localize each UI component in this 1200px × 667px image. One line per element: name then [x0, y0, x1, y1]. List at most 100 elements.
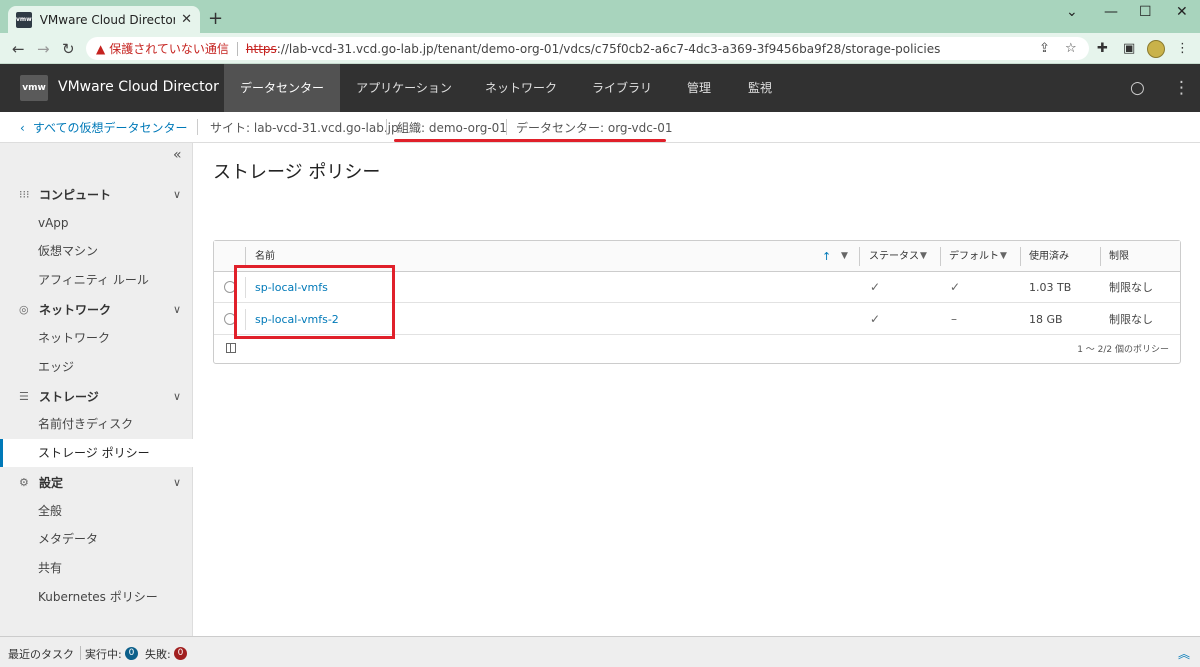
- running-count-badge: 0: [125, 647, 138, 660]
- tab-search-icon[interactable]: ⌄: [1066, 4, 1078, 20]
- crumb-org: 組織: demo-org-01: [397, 121, 507, 135]
- sidebar-section-compute[interactable]: ⁝⁝⁝ コンピュート ∨: [0, 180, 193, 208]
- expand-tasks-icon[interactable]: ︽: [1178, 645, 1190, 662]
- sidebar-item-vms[interactable]: 仮想マシン: [0, 237, 193, 265]
- app-menu-icon[interactable]: ⋮: [1173, 78, 1190, 98]
- task-divider: [80, 646, 81, 660]
- minimize-icon[interactable]: —: [1104, 4, 1118, 20]
- failed-count-badge: 0: [174, 647, 187, 660]
- nav-library[interactable]: ライブラリ: [574, 64, 670, 112]
- nav-network[interactable]: ネットワーク: [468, 64, 574, 112]
- back-to-vdcs-link[interactable]: ‹ すべての仮想データセンター: [20, 119, 188, 136]
- browser-toolbar: ← → ↻ ▲ 保護されていない通信 https ://lab-vcd-31.v…: [0, 33, 1200, 64]
- sidebar-item-storage-policies[interactable]: ストレージ ポリシー: [0, 439, 193, 467]
- main-content: ストレージ ポリシー 名前 ↑ ▼ ステータス ▼ デフォルト ▼ 使用済み 制…: [194, 143, 1200, 636]
- column-header-used[interactable]: 使用済み: [1029, 241, 1069, 272]
- sidebar-section-label: ネットワーク: [39, 302, 112, 317]
- new-tab-icon[interactable]: +: [208, 8, 223, 29]
- recent-tasks-label[interactable]: 最近のタスク: [8, 646, 74, 662]
- running-label: 実行中:: [85, 648, 122, 661]
- nav-datacenter[interactable]: データセンター: [224, 64, 340, 112]
- column-header-default[interactable]: デフォルト: [949, 241, 999, 272]
- sidebar-item-vapp[interactable]: vApp: [0, 209, 193, 237]
- nav-admin[interactable]: 管理: [670, 64, 728, 112]
- used-value: 18 GB: [1029, 313, 1063, 326]
- nav-applications[interactable]: アプリケーション: [340, 64, 468, 112]
- sidebar-item-sharing[interactable]: 共有: [0, 554, 193, 582]
- column-divider: [1100, 247, 1101, 266]
- sidebar-item-general[interactable]: 全般: [0, 497, 193, 525]
- grid-icon: ⁝⁝⁝: [19, 187, 30, 201]
- app-header: vmw VMware Cloud Director データセンター アプリケーシ…: [0, 64, 1200, 112]
- filter-icon[interactable]: ▼: [1000, 241, 1007, 272]
- sidebar-section-label: ストレージ: [39, 389, 99, 404]
- side-panel-icon[interactable]: ▣: [1123, 41, 1135, 56]
- vmware-logo-icon: vmw: [20, 75, 48, 101]
- url-scheme: https: [245, 41, 277, 56]
- nav-monitor[interactable]: 監視: [728, 64, 792, 112]
- sidebar-section-label: コンピュート: [39, 187, 112, 202]
- crumb-divider: [506, 119, 507, 135]
- default-dash: –: [951, 312, 957, 326]
- brand-title: VMware Cloud Director: [58, 79, 219, 95]
- collapse-sidebar-icon[interactable]: «: [173, 147, 182, 163]
- filter-icon[interactable]: ▼: [920, 241, 927, 272]
- reload-icon[interactable]: ↻: [62, 40, 75, 58]
- failed-label: 失敗:: [145, 648, 171, 661]
- sidebar-item-named-disks[interactable]: 名前付きディスク: [0, 410, 193, 438]
- chevron-down-icon: ∨: [173, 389, 182, 403]
- status-check-icon: ✓: [870, 312, 881, 326]
- browser-tabstrip: vmw VMware Cloud Director - ストレージ ✕ + ⌄ …: [0, 0, 1200, 33]
- sidebar-item-metadata[interactable]: メタデータ: [0, 525, 193, 553]
- status-check-icon: ✓: [870, 280, 881, 294]
- share-icon[interactable]: ⇪: [1039, 41, 1050, 56]
- chevron-down-icon: ∨: [173, 187, 182, 201]
- insecure-label[interactable]: 保護されていない通信: [109, 40, 229, 57]
- omnibox-divider: [236, 41, 238, 56]
- back-arrow-icon[interactable]: ←: [12, 40, 25, 58]
- back-to-vdcs-label: すべての仮想データセンター: [32, 121, 188, 135]
- url-text: ://lab-vcd-31.vcd.go-lab.jp/tenant/demo-…: [276, 41, 941, 56]
- column-toggle-icon[interactable]: [226, 343, 236, 353]
- page-title: ストレージ ポリシー: [213, 162, 381, 183]
- maximize-icon[interactable]: ☐: [1139, 4, 1152, 20]
- sidebar-section-storage[interactable]: ☰ ストレージ ∨: [0, 382, 193, 410]
- filter-icon[interactable]: ▼: [841, 241, 848, 272]
- sidebar: « ⁝⁝⁝ コンピュート ∨ vApp 仮想マシン アフィニティ ルール ◎ ネ…: [0, 143, 193, 636]
- close-window-icon[interactable]: ✕: [1176, 4, 1188, 20]
- address-bar[interactable]: ▲ 保護されていない通信 https ://lab-vcd-31.vcd.go-…: [86, 37, 1089, 60]
- crumb-divider: [197, 119, 198, 135]
- used-value: 1.03 TB: [1029, 281, 1072, 294]
- sort-ascending-icon[interactable]: ↑: [822, 241, 831, 272]
- browser-tab[interactable]: vmw VMware Cloud Director - ストレージ ✕: [8, 6, 200, 33]
- crumb-vdc: データセンター: org-vdc-01: [516, 121, 673, 135]
- sidebar-section-settings[interactable]: ⚙ 設定 ∨: [0, 468, 193, 496]
- task-bar: 最近のタスク 実行中: 0 失敗: 0 ︽: [0, 636, 1200, 667]
- column-header-limit[interactable]: 制限: [1109, 241, 1129, 272]
- sidebar-item-edges[interactable]: エッジ: [0, 353, 193, 381]
- sidebar-item-k8s-policies[interactable]: Kubernetes ポリシー: [0, 583, 193, 611]
- sidebar-section-network[interactable]: ◎ ネットワーク ∨: [0, 295, 193, 323]
- network-icon: ◎: [19, 302, 29, 316]
- chevron-left-icon: ‹: [20, 121, 25, 135]
- chevron-down-icon: ∨: [173, 475, 182, 489]
- browser-menu-icon[interactable]: ⋮: [1176, 41, 1189, 56]
- warning-icon[interactable]: ▲: [96, 42, 105, 56]
- limit-value: 制限なし: [1109, 313, 1153, 326]
- tab-title: VMware Cloud Director - ストレージ: [39, 13, 176, 27]
- column-header-status[interactable]: ステータス: [869, 241, 919, 272]
- close-tab-icon[interactable]: ✕: [181, 12, 192, 27]
- bookmark-star-icon[interactable]: ☆: [1065, 41, 1077, 56]
- profile-avatar[interactable]: [1147, 40, 1165, 58]
- crumb-divider: [386, 119, 387, 135]
- chevron-down-icon: ∨: [173, 302, 182, 316]
- search-icon[interactable]: ○: [1130, 78, 1145, 98]
- sidebar-item-affinity[interactable]: アフィニティ ルール: [0, 266, 193, 294]
- limit-value: 制限なし: [1109, 281, 1153, 294]
- sidebar-item-networks[interactable]: ネットワーク: [0, 324, 193, 352]
- default-check-icon: ✓: [950, 280, 961, 294]
- pagination-label: 1 ～ 2/2 個のポリシー: [1077, 345, 1169, 355]
- grid-footer: 1 ～ 2/2 個のポリシー: [214, 335, 1180, 363]
- extensions-puzzle-icon[interactable]: ✚: [1097, 41, 1108, 56]
- forward-arrow-icon[interactable]: →: [37, 40, 50, 58]
